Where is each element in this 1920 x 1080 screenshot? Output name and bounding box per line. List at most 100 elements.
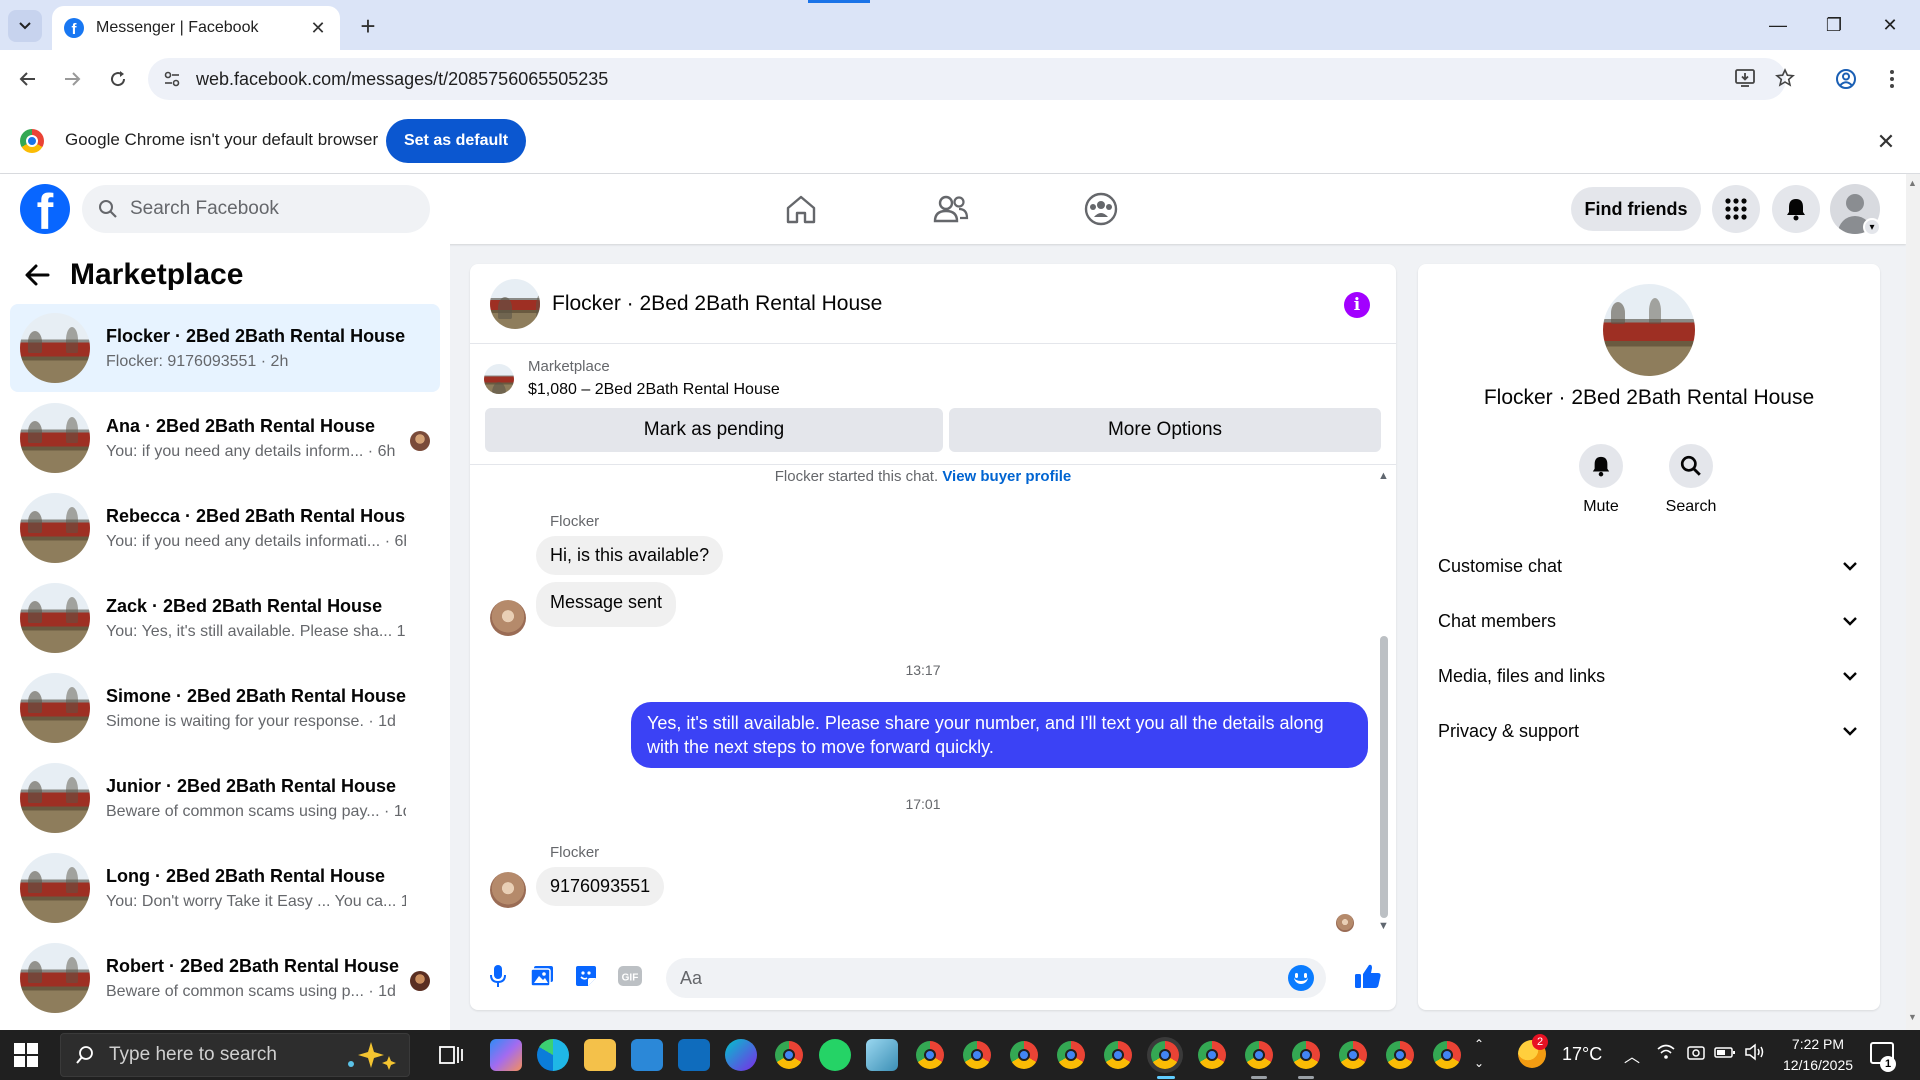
nav-home[interactable] [777,188,825,230]
minimize-button[interactable]: — [1750,8,1806,42]
notes-app-icon[interactable] [866,1039,898,1071]
page-scrollbar[interactable]: ▲ ▼ [1906,174,1920,1030]
conversation-item-simone[interactable]: Simone · 2Bed 2Bath Rental House Simone … [10,664,440,752]
conversation-item-long[interactable]: Long · 2Bed 2Bath Rental House You: Don'… [10,844,440,932]
mail-icon[interactable] [678,1039,710,1071]
tab-search-button[interactable] [8,10,42,42]
send-like-button[interactable] [1354,962,1382,990]
message-text-field[interactable] [680,967,1240,989]
conversation-info-icon[interactable]: i [1344,292,1370,318]
incoming-message[interactable]: Hi, is this available? [536,536,724,575]
facebook-search-input[interactable]: Search Facebook [82,185,430,233]
canva-icon[interactable] [725,1039,757,1071]
windows-start-icon[interactable] [14,1043,38,1067]
attach-photo-button[interactable] [528,962,556,990]
camera-icon[interactable] [1686,1043,1706,1066]
sticker-button[interactable] [572,962,600,990]
incoming-message[interactable]: Message sent [536,582,677,627]
bookmark-star-icon[interactable] [1770,63,1800,93]
wifi-icon[interactable] [1656,1043,1676,1066]
chrome-profile-icon[interactable] [1104,1041,1132,1069]
menu-button[interactable] [1712,185,1760,233]
conversation-item-ana[interactable]: Ana · 2Bed 2Bath Rental House You: if yo… [10,394,440,482]
whatsapp-icon[interactable] [819,1039,851,1071]
new-tab-button[interactable]: + [352,10,384,42]
infobar-close-icon[interactable]: ✕ [1872,128,1900,156]
taskbar-overflow-arrows[interactable]: ⌃ ⌄ [1474,1035,1484,1073]
tab-close-icon[interactable]: ✕ [308,18,328,39]
site-info-icon[interactable] [162,69,182,89]
scroll-up-icon[interactable]: ▲ [1378,470,1389,482]
chrome-profile-icon[interactable] [1292,1041,1320,1069]
set-as-default-button[interactable]: Set as default [386,119,526,163]
media-files-links-row[interactable]: Media, files and links [1438,654,1858,698]
taskbar-search-input[interactable]: Type here to search [60,1033,410,1077]
chrome-profile-active-icon[interactable] [1151,1041,1179,1069]
chrome-profile-icon[interactable] [1245,1041,1273,1069]
forward-button[interactable] [56,63,88,95]
notifications-button[interactable] [1772,185,1820,233]
scroll-up-icon[interactable]: ▲ [1908,178,1917,188]
customise-chat-row[interactable]: Customise chat [1438,544,1858,588]
chrome-app-icon[interactable] [775,1041,803,1069]
nav-friends[interactable] [927,188,975,230]
conversation-item-rebecca[interactable]: Rebecca · 2Bed 2Bath Rental House You: i… [10,484,440,572]
copilot-icon[interactable] [490,1039,522,1071]
scroll-down-icon[interactable]: ▼ [1378,920,1389,932]
scrollbar-thumb[interactable] [1380,636,1388,918]
message-input[interactable] [666,958,1326,998]
profile-icon[interactable] [1830,63,1862,95]
chrome-menu-button[interactable] [1876,63,1908,95]
conversation-item-flocker[interactable]: Flocker · 2Bed 2Bath Rental House Flocke… [10,304,440,392]
chrome-profile-icon[interactable] [963,1041,991,1069]
incoming-message[interactable]: 9176093551 [536,867,665,906]
conversation-item-zack[interactable]: Zack · 2Bed 2Bath Rental House You: Yes,… [10,574,440,662]
system-clock[interactable]: 7:22 PM 12/16/2025 [1768,1034,1868,1076]
sender-avatar[interactable] [490,872,526,908]
chat-listing-avatar[interactable] [490,278,540,329]
account-chevron-icon[interactable]: ▾ [1863,218,1881,236]
mute-action[interactable]: Mute [1561,444,1641,516]
file-explorer-icon[interactable] [584,1039,616,1071]
chrome-profile-icon[interactable] [1057,1041,1085,1069]
conversation-item-junior[interactable]: Junior · 2Bed 2Bath Rental House Beware … [10,754,440,842]
chat-scrollbar[interactable]: ▲ ▼ [1378,470,1390,932]
show-hidden-icons[interactable]: ︿ [1624,1043,1640,1067]
battery-icon[interactable] [1714,1043,1736,1066]
find-friends-button[interactable]: Find friends [1571,187,1701,231]
restore-button[interactable]: ❐ [1806,8,1862,42]
nav-groups[interactable] [1077,188,1125,230]
sender-avatar[interactable] [490,600,526,636]
chrome-profile-icon[interactable] [1386,1041,1414,1069]
outgoing-message[interactable]: Yes, it's still available. Please share … [631,702,1368,768]
install-app-icon[interactable] [1730,63,1760,93]
edge-icon[interactable] [537,1039,569,1071]
scroll-down-icon[interactable]: ▼ [1908,1012,1917,1022]
mark-as-pending-button[interactable]: Mark as pending [485,408,943,452]
chrome-profile-icon[interactable] [916,1041,944,1069]
more-options-button[interactable]: More Options [949,408,1381,452]
chrome-profile-icon[interactable] [1010,1041,1038,1069]
address-bar[interactable]: web.facebook.com/messages/t/208575606550… [148,58,1786,100]
search-in-chat-action[interactable]: Search [1651,444,1731,516]
close-window-button[interactable]: ✕ [1862,8,1918,42]
chrome-profile-icon[interactable] [1433,1041,1461,1069]
back-arrow-icon[interactable] [24,263,50,287]
microsoft-store-icon[interactable] [631,1039,663,1071]
emoji-icon[interactable] [1288,965,1314,991]
view-buyer-profile-link[interactable]: View buyer profile [942,468,1071,485]
back-button[interactable] [12,63,44,95]
weather-widget[interactable]: 2 17°C [1518,1034,1602,1068]
privacy-support-row[interactable]: Privacy & support [1438,709,1858,753]
reload-button[interactable] [102,63,134,95]
voice-clip-button[interactable] [484,962,512,990]
chat-members-row[interactable]: Chat members [1438,599,1858,643]
volume-icon[interactable] [1744,1043,1766,1066]
gif-button[interactable]: GIF [616,962,644,990]
task-view-icon[interactable] [434,1039,466,1071]
browser-tab-messenger[interactable]: f Messenger | Facebook ✕ [52,6,340,50]
conversation-item-robert[interactable]: Robert · 2Bed 2Bath Rental House Beware … [10,934,440,1022]
chrome-profile-icon[interactable] [1339,1041,1367,1069]
chrome-profile-icon[interactable] [1198,1041,1226,1069]
facebook-logo-icon[interactable]: f [20,184,70,234]
